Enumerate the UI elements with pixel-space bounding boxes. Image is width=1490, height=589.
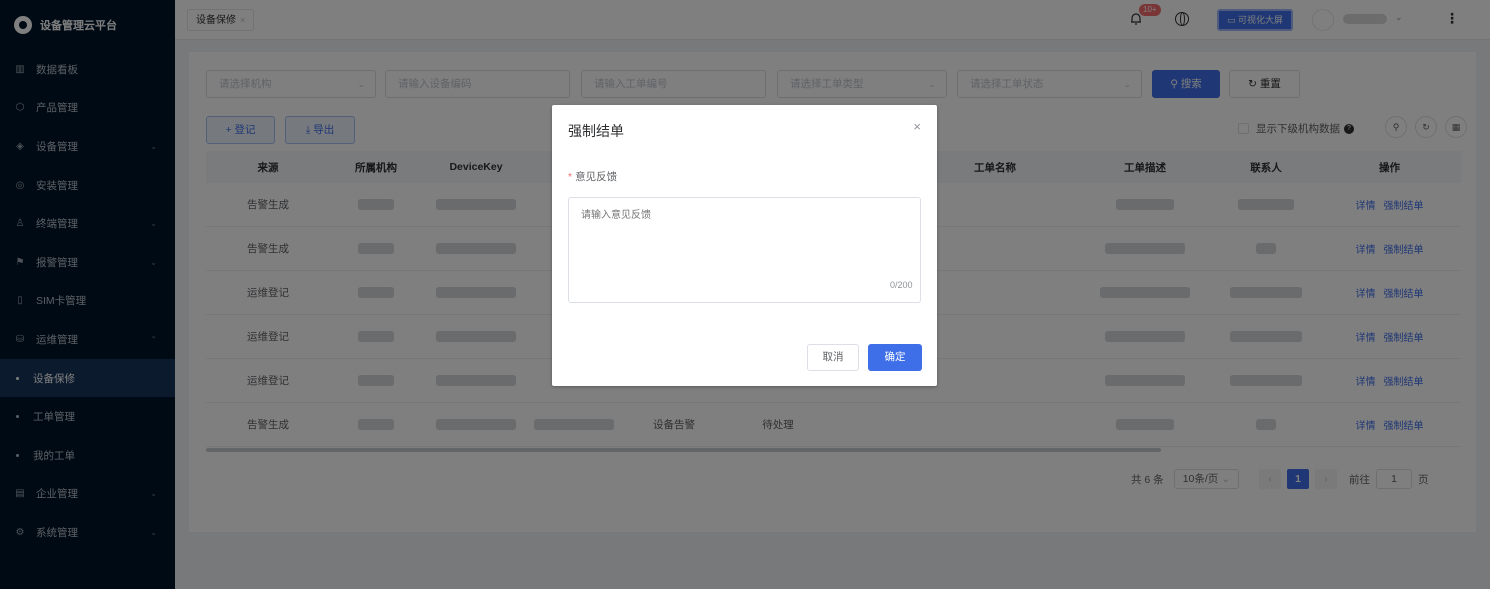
char-counter: 0/200: [890, 280, 913, 290]
feedback-label-text: 意见反馈: [575, 171, 618, 183]
feedback-textarea[interactable]: [568, 197, 921, 303]
required-mark: *: [568, 171, 573, 183]
close-icon[interactable]: ×: [913, 119, 921, 134]
confirm-button[interactable]: 确定: [868, 344, 922, 371]
force-close-dialog: 强制结单 × *意见反馈 0/200 取消 确定: [552, 105, 937, 386]
cancel-button[interactable]: 取消: [807, 344, 859, 371]
dialog-title: 强制结单: [568, 123, 624, 139]
feedback-label: * 意见反馈: [568, 169, 617, 184]
